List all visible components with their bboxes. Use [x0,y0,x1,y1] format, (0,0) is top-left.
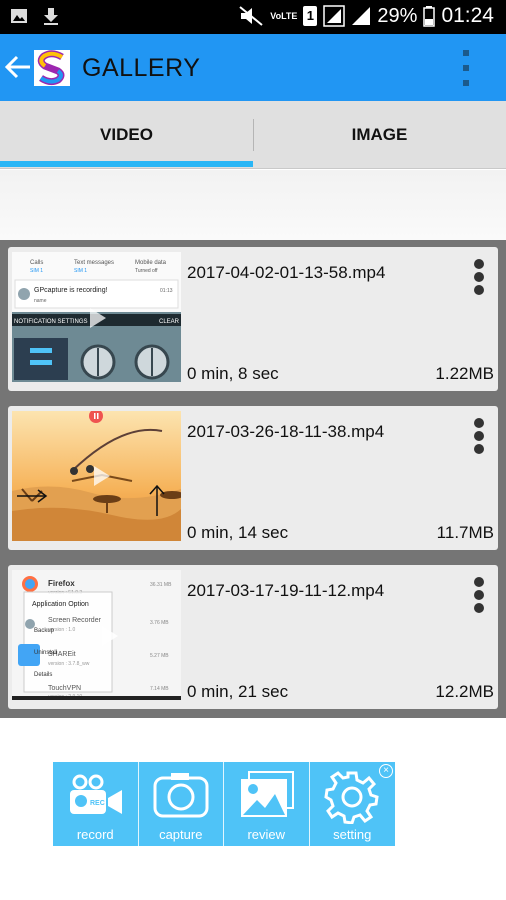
overflow-menu-icon[interactable] [455,50,477,86]
back-arrow-icon[interactable] [4,52,32,82]
video-file-size: 11.7MB [436,523,494,542]
capture-button[interactable]: capture [138,762,224,846]
thumb-shareit-ver: version : 3.7.8_ww [48,661,90,667]
video-duration: 0 min, 14 sec [187,523,289,542]
thumb-texts-sim: SIM 1 [74,268,87,274]
tab-selected-indicator [0,161,253,167]
video-file-name: 2017-03-26-18-11-38.mp4 [187,422,385,441]
page-title: GALLERY [82,54,201,82]
video-file-name: 2017-03-17-19-11-12.mp4 [187,581,385,600]
thumb-firefox: Firefox [48,579,75,588]
app-logo-icon [34,50,70,86]
video-duration: 0 min, 21 sec [187,682,289,701]
video-camera-icon: REC [69,774,122,814]
review-button[interactable]: review [224,762,310,846]
thumb-details: Details [34,672,52,678]
video-thumbnail[interactable]: Firefox version : 51.0.3 36.31 MB Applic… [12,570,181,700]
battery-icon [423,6,436,27]
thumb-recorder: Screen Recorder [48,617,102,624]
thumb-size3: 5.27 MB [150,653,169,659]
sim-indicator: 1 [303,6,318,26]
record-label: record [76,827,114,842]
thumb-calls: Calls [30,260,43,266]
thumb-size1: 36.31 MB [150,582,172,588]
thumb-calls-sim: SIM 1 [30,268,43,274]
item-overflow-menu-icon[interactable] [471,259,487,295]
video-file-size: 12.2MB [435,682,494,701]
volte-indicator: VoLTE [270,11,298,21]
thumb-data: Mobile data [135,260,167,266]
thumb-uninstall: Uninstall [34,650,57,656]
tab-image[interactable]: IMAGE [253,101,506,169]
video-thumbnail[interactable] [12,411,181,541]
spacer [0,170,506,240]
video-file-name: 2017-04-02-01-13-58.mp4 [187,263,386,282]
battery-percent: 29% [377,4,418,27]
signal-icon-2 [352,7,371,25]
thumb-backup: Backup [34,628,55,634]
thumb-notif-time: 01:13 [160,288,173,294]
rec-badge: REC [90,800,105,807]
record-button[interactable]: REC record [53,762,139,846]
video-thumbnail[interactable]: Calls SIM 1 Text messages SIM 1 Mobile d… [12,252,181,382]
camera-icon [153,773,209,818]
app-bar: GALLERY [0,34,506,101]
thumb-size4: 7.14 MB [150,686,169,692]
thumb-texts: Text messages [74,260,114,266]
sim-number: 1 [306,8,315,23]
video-file-size: 1.22MB [435,364,494,383]
mute-icon [239,6,263,26]
thumb-size2: 3.76 MB [150,620,169,626]
thumb-vpn: TouchVPN [48,685,81,692]
item-overflow-menu-icon[interactable] [471,418,487,454]
video-list-item[interactable]: Calls SIM 1 Text messages SIM 1 Mobile d… [8,247,498,391]
setting-button[interactable]: × setting [309,762,395,846]
thumb-data-state: Turned off [135,268,158,274]
tab-bar: VIDEO IMAGE [0,101,506,169]
review-label: review [247,827,286,842]
video-duration: 0 min, 8 sec [187,364,279,383]
floating-recorder-toolbar: REC record capture review × setting [53,762,395,846]
status-bar: VoLTE 1 29% 01:24 [0,0,506,34]
clock: 01:24 [441,4,494,27]
video-list-item[interactable]: Firefox version : 51.0.3 36.31 MB Applic… [8,565,498,709]
video-list: Calls SIM 1 Text messages SIM 1 Mobile d… [0,240,506,718]
thumb-notif-settings: NOTIFICATION SETTINGS [14,319,88,325]
tab-video[interactable]: VIDEO [0,101,253,169]
gallery-icon [240,771,294,817]
thumb-notif-sub: name [34,298,47,304]
capture-label: capture [159,827,203,842]
video-list-item[interactable]: 2017-03-26-18-11-38.mp4 0 min, 14 sec 11… [8,406,498,550]
download-icon [44,8,58,25]
setting-label: setting [333,827,372,842]
thumb-clear: CLEAR [159,319,180,325]
thumb-notif-title: GPcapture is recording! [34,287,108,294]
image-notification-icon [11,9,27,23]
signal-icon-1 [323,5,346,27]
thumb-app-option: Application Option [32,601,89,608]
item-overflow-menu-icon[interactable] [471,577,487,613]
gear-icon [324,771,379,824]
